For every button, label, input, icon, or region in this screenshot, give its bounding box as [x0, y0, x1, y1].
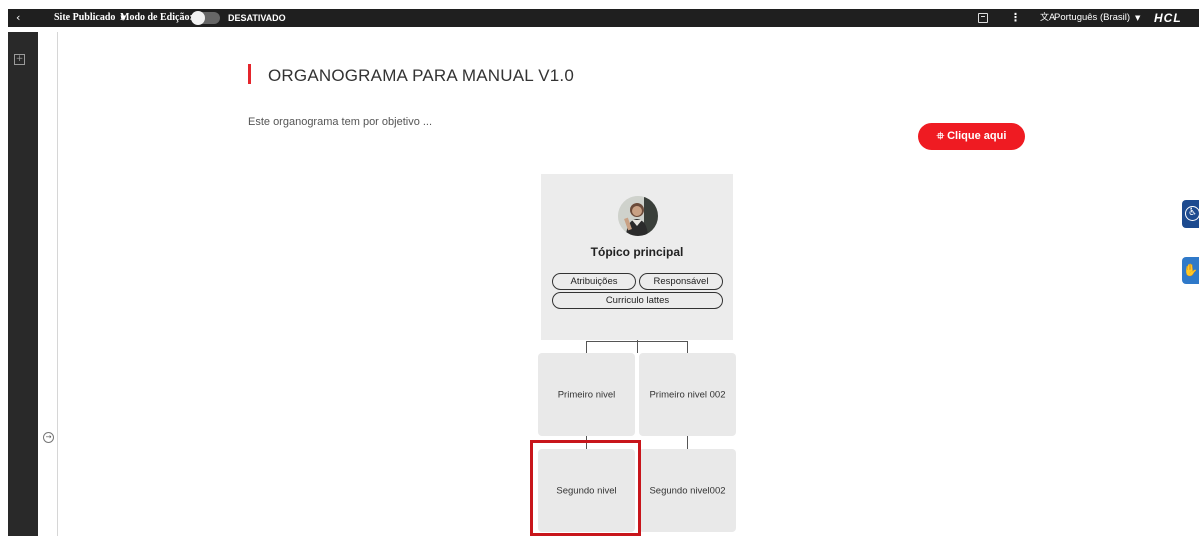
node-label: Primeiro nivel: [557, 389, 616, 400]
connector-line: [687, 341, 688, 353]
title-accent-bar: [248, 64, 251, 84]
page-title: ORGANOGRAMA PARA MANUAL V1.0: [268, 66, 575, 85]
more-options-icon[interactable]: ⋮: [1010, 9, 1021, 27]
edit-mode-toggle[interactable]: [191, 11, 220, 25]
rail-divider: [57, 32, 58, 536]
curriculo-lattes-button[interactable]: Curriculo lattes: [552, 292, 723, 309]
edit-mode-label: Modo de Edição:: [120, 12, 193, 23]
connector-line: [586, 341, 688, 342]
chevron-down-icon: ▼: [1135, 14, 1141, 22]
node-label: Segundo nivel002: [649, 485, 726, 496]
top-toolbar: ‹ Site Publicado ▼ Modo de Edição: DESATI…: [0, 0, 1199, 32]
page-description: Este organograma tem por objetivo ...: [248, 116, 433, 128]
libras-button[interactable]: ✋: [1182, 257, 1199, 284]
accessibility-icon: ♿: [1185, 206, 1199, 221]
left-edge: [0, 32, 8, 536]
sitemap-icon: ⯐: [936, 131, 945, 142]
expand-panel-icon[interactable]: →: [43, 432, 54, 443]
left-rail: [8, 32, 38, 536]
site-status-dropdown[interactable]: Site Publicado ▼: [54, 9, 126, 27]
back-icon[interactable]: ‹: [16, 9, 20, 27]
org-node-level2[interactable]: Segundo nivel002: [639, 449, 736, 532]
accessibility-button[interactable]: ♿: [1182, 200, 1199, 228]
atribuicoes-button[interactable]: Atribuições: [552, 273, 636, 290]
brand-logo: HCL: [1154, 11, 1182, 25]
language-label: Português (Brasil): [1054, 12, 1131, 23]
toggle-knob: [191, 11, 205, 25]
org-node-level1[interactable]: Primeiro nivel 002: [639, 353, 736, 436]
clique-aqui-button[interactable]: ⯐ Clique aqui: [918, 123, 1025, 150]
org-main-node: Tópico principal Atribuições Responsável…: [541, 174, 733, 340]
add-panel-icon[interactable]: +: [14, 54, 25, 65]
main-node-title: Tópico principal: [590, 245, 684, 259]
toolbar-strip: ‹ Site Publicado ▼ Modo de Edição: DESATI…: [8, 9, 1199, 27]
highlight-box: [530, 440, 641, 536]
avatar: [618, 196, 658, 236]
edit-mode-state: DESATIVADO: [228, 13, 286, 23]
org-node-level1[interactable]: Primeiro nivel: [538, 353, 635, 436]
connector-line: [586, 341, 587, 353]
site-status-label: Site Publicado: [54, 12, 116, 23]
language-selector[interactable]: Português (Brasil) ▼: [1054, 9, 1140, 27]
avatar-photo: [618, 196, 658, 236]
responsavel-button[interactable]: Responsável: [639, 273, 723, 290]
node-label: Primeiro nivel 002: [649, 389, 726, 400]
connector-line: [687, 436, 688, 449]
cta-label: Clique aqui: [947, 130, 1007, 142]
hand-icon: ✋: [1183, 263, 1198, 277]
calendar-icon[interactable]: [978, 13, 988, 23]
translate-icon: 文A: [1040, 13, 1056, 23]
